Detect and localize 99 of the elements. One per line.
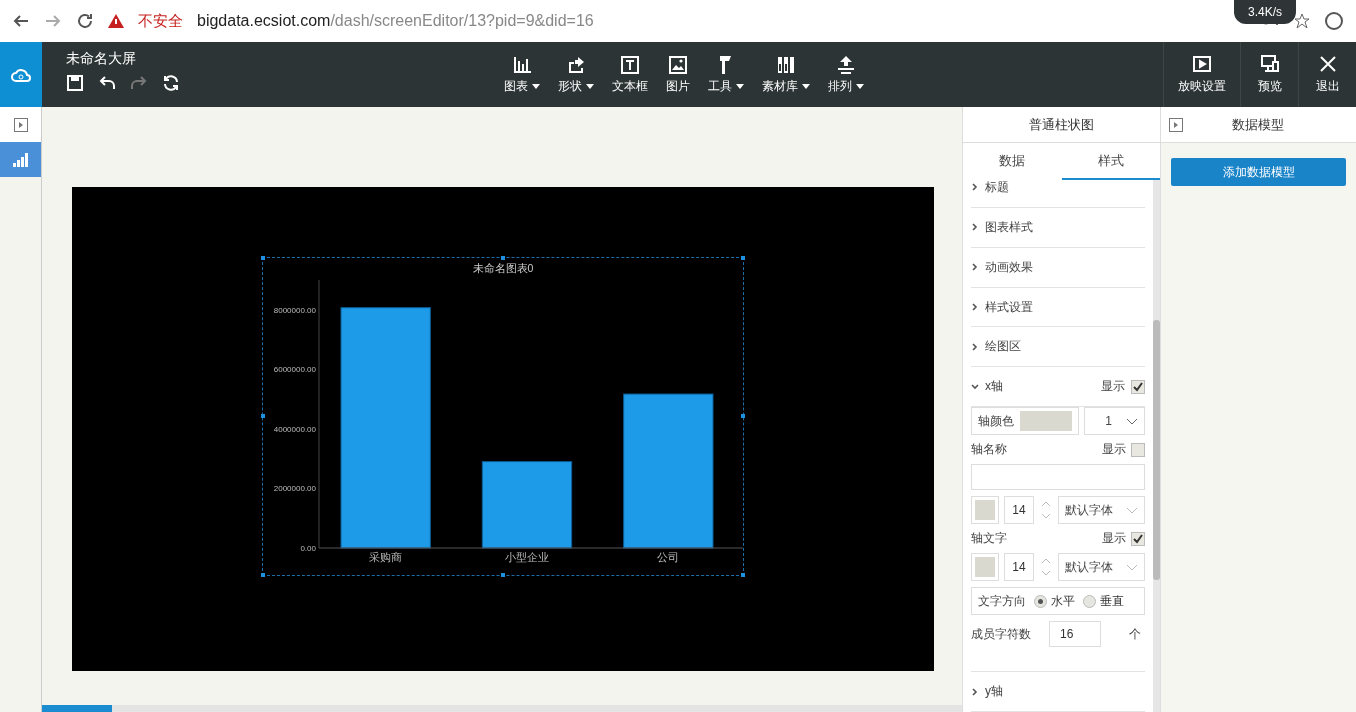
unit-label: 个 (1129, 625, 1141, 643)
resize-handle[interactable] (741, 414, 745, 418)
cloud-icon (11, 67, 31, 82)
input-field[interactable] (971, 464, 1145, 491)
y-tick-label: 6000000.00 (273, 364, 316, 374)
profile-icon[interactable] (1324, 11, 1344, 31)
caret-icon (532, 83, 540, 89)
y-tick-label: 8000000.00 (273, 305, 316, 315)
radio-option[interactable]: 水平 (1034, 592, 1075, 610)
axis-color-field[interactable]: 轴颜色 (971, 407, 1079, 436)
font-size-field[interactable]: 14 (1004, 553, 1034, 582)
save-icon (66, 74, 84, 92)
scrollbar-thumb[interactable] (42, 705, 112, 712)
line-width-select[interactable]: 1 (1084, 407, 1145, 436)
network-speed: 3.4K/s (1233, 0, 1296, 24)
warning-icon (108, 14, 124, 28)
show-label: 显示 (1102, 530, 1126, 548)
bar-chart-icon (12, 152, 29, 167)
field-label: 轴名称 (971, 441, 1008, 459)
chevron-right-icon (971, 687, 979, 696)
resize-handle[interactable] (501, 255, 505, 260)
toolbar-button[interactable]: 素材库 (760, 54, 812, 95)
y-tick-label: 4000000.00 (273, 424, 316, 434)
chevron-down-icon (1126, 417, 1138, 425)
check-icon (1133, 381, 1143, 392)
chevron-right-icon (971, 183, 979, 192)
undo-icon (98, 74, 116, 92)
scrollbar-thumb[interactable] (1153, 320, 1160, 580)
chevron-down-icon (1126, 506, 1138, 514)
toolbar-button[interactable]: 形状 (556, 54, 596, 95)
color-picker[interactable] (971, 553, 999, 582)
panel-play-icon (13, 117, 28, 132)
toolbar-button[interactable]: 图片 (664, 54, 692, 95)
field-label: 文字方向 (978, 592, 1026, 610)
radio-option[interactable]: 垂直 (1083, 592, 1124, 610)
caret-icon (802, 83, 810, 89)
caret-icon (736, 83, 744, 89)
reload-icon[interactable] (76, 12, 94, 30)
monitor-icon (1259, 54, 1280, 74)
resize-handle[interactable] (261, 414, 265, 418)
font-select[interactable]: 默认字体 (1058, 496, 1145, 525)
checkbox[interactable] (1131, 531, 1145, 546)
chart-title: 未命名图表0 (472, 261, 534, 274)
show-label: 显示 (1101, 378, 1125, 396)
bar-chart-icon (512, 54, 532, 75)
toolbar-button[interactable]: 排列 (826, 54, 866, 95)
text-box-icon (620, 54, 640, 75)
show-label: 显示 (1102, 441, 1126, 459)
books-icon (776, 54, 796, 75)
panel-title: 数据模型 (1230, 115, 1285, 134)
share-icon (566, 54, 586, 75)
caret-icon (856, 83, 864, 89)
image-icon (668, 54, 688, 75)
checkbox[interactable] (1131, 442, 1145, 457)
chevron-right-icon (971, 223, 979, 232)
refresh-button[interactable] (162, 74, 180, 92)
color-picker[interactable] (971, 496, 999, 525)
resize-handle[interactable] (261, 572, 265, 577)
toolbar-button[interactable]: 文本框 (610, 54, 650, 95)
resize-handle[interactable] (261, 255, 265, 260)
field-label: 轴文字 (971, 530, 1008, 548)
toolbar-button[interactable]: 图表 (502, 54, 542, 95)
chevron-right-icon (971, 263, 979, 272)
chevron-down-icon (1126, 563, 1138, 571)
close-icon (1317, 54, 1338, 74)
x-tick-label: 采购商 (369, 550, 403, 563)
sidebar-item[interactable] (0, 107, 41, 142)
y-tick-label: 0.00 (300, 543, 316, 553)
y-tick-label: 2000000.00 (273, 483, 316, 493)
screen-title: 未命名大屏 (66, 50, 137, 68)
resize-handle[interactable] (741, 255, 745, 260)
panel-play-icon[interactable] (1169, 117, 1183, 132)
chevron-down-icon (971, 382, 979, 391)
toolbar-button[interactable]: 工具 (706, 54, 746, 95)
font-size-field[interactable]: 14 (1004, 496, 1034, 525)
resize-handle[interactable] (501, 572, 505, 577)
chevron-right-icon (971, 303, 979, 311)
field-label: 成员字符数 (971, 625, 1031, 643)
upload-stack-icon (836, 54, 856, 75)
refresh-icon (162, 74, 180, 92)
font-select[interactable]: 默认字体 (1058, 553, 1145, 582)
security-label: 不安全 (138, 11, 183, 31)
sidebar-item[interactable] (0, 142, 41, 177)
section-header[interactable]: 标题 (971, 180, 1145, 208)
caret-icon (586, 83, 594, 89)
play-icon (1192, 54, 1212, 74)
add-data-model-button[interactable]: 添加数据模型 (1171, 158, 1346, 186)
save-button[interactable] (66, 74, 84, 92)
redo-icon (130, 74, 148, 92)
input-field[interactable]: 16 (1049, 621, 1101, 648)
resize-handle[interactable] (741, 572, 745, 577)
address-bar-url[interactable]: bigdata.ecsiot.com/dash/screenEditor/13?pid=9&did=16 (197, 12, 594, 30)
check-icon (1133, 533, 1143, 544)
x-tick-label: 小型企业 (505, 550, 549, 563)
star-icon[interactable] (1294, 13, 1310, 29)
undo-button[interactable] (98, 74, 116, 92)
x-tick-label: 公司 (657, 550, 680, 563)
chevron-right-icon (971, 342, 979, 351)
checkbox[interactable] (1131, 379, 1145, 394)
